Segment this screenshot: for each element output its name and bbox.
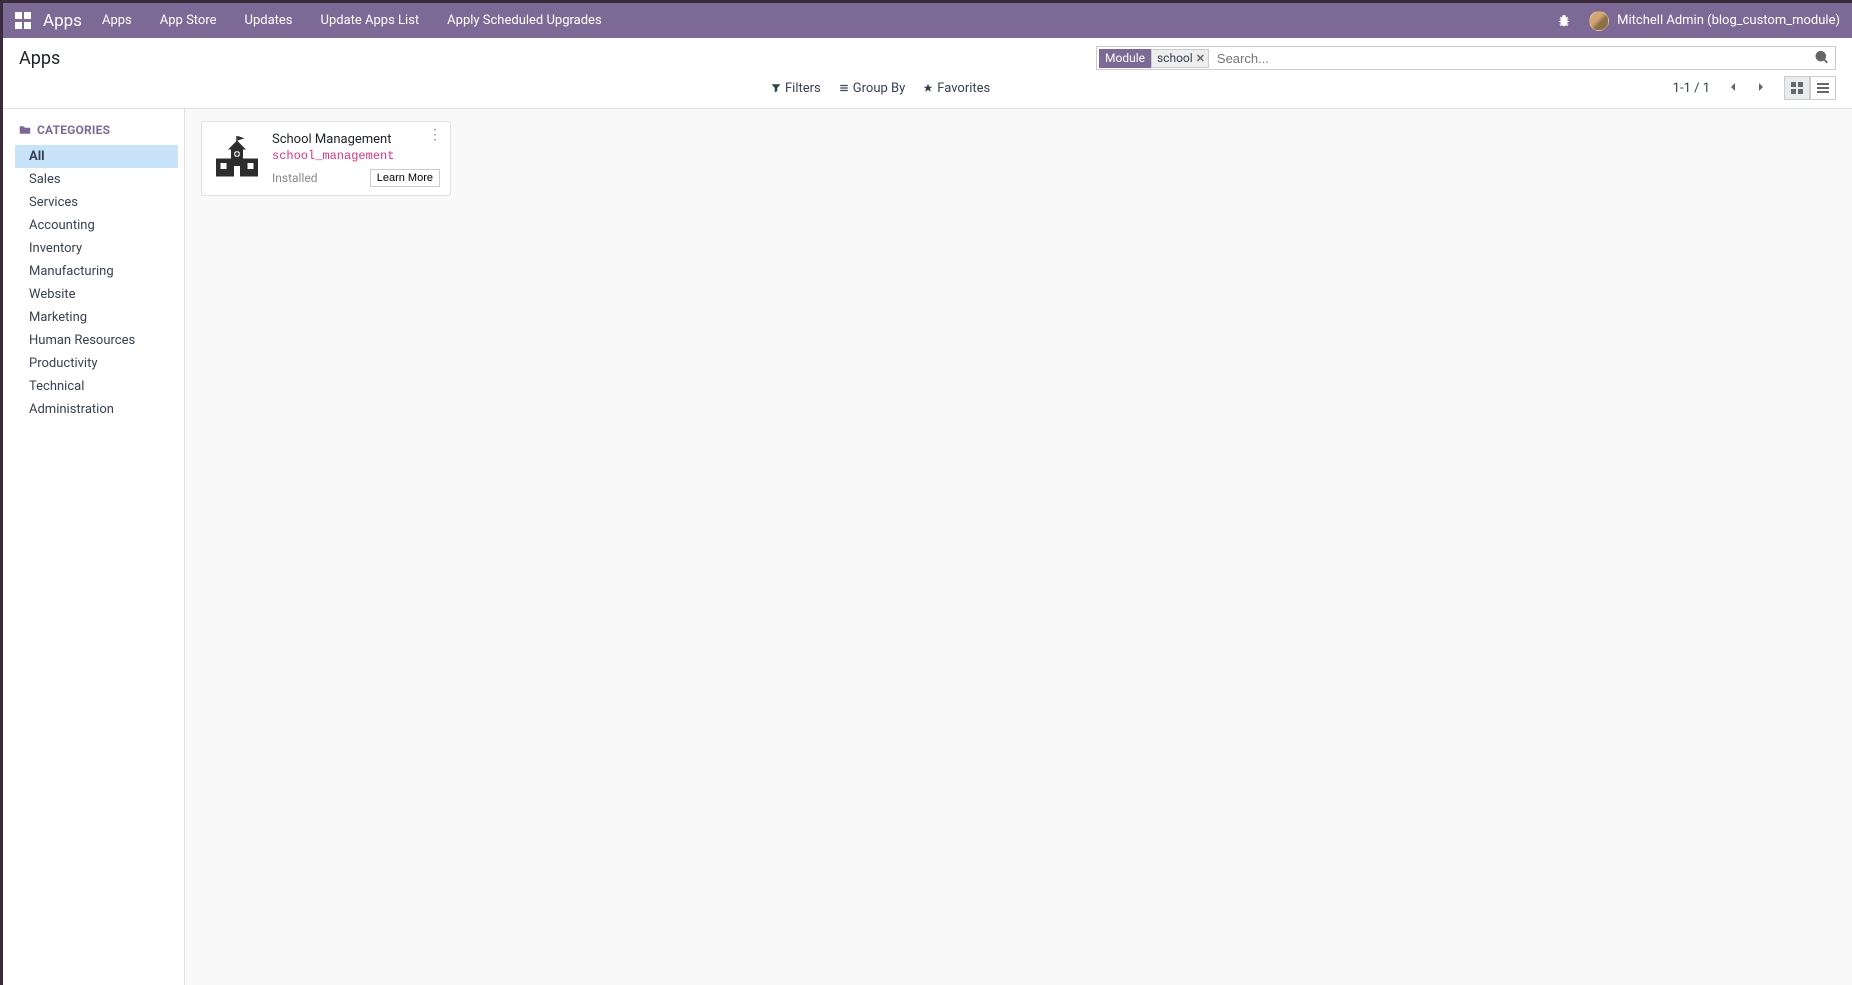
sidebar-item-marketing[interactable]: Marketing [15,306,184,329]
sidebar-item-human-resources[interactable]: Human Resources [15,329,184,352]
debug-icon[interactable] [1557,14,1571,28]
user-menu[interactable]: Mitchell Admin (blog_custom_module) [1589,11,1840,31]
pager-arrows [1724,79,1770,98]
nav-link-apply-scheduled-upgrades[interactable]: Apply Scheduled Upgrades [447,13,602,28]
group-by-label: Group By [853,81,906,96]
learn-more-button[interactable]: Learn More [370,169,440,187]
list-view-button[interactable] [1810,76,1836,100]
list-view-icon [1817,82,1829,94]
nav-link-update-apps-list[interactable]: Update Apps List [321,13,420,28]
page-title: Apps [19,48,1096,69]
star-icon [923,83,933,93]
view-switcher [1784,76,1836,100]
group-by-button[interactable]: Group By [839,81,906,96]
main: CATEGORIES All Sales Services Accounting… [3,109,1852,985]
pager-text[interactable]: 1-1 / 1 [1673,81,1710,96]
nav-link-updates[interactable]: Updates [245,13,293,28]
kanban-icon [1791,82,1803,94]
pager-prev[interactable] [1724,79,1742,98]
kanban-view-button[interactable] [1784,76,1810,100]
nav-link-apps[interactable]: Apps [102,13,132,28]
sidebar: CATEGORIES All Sales Services Accounting… [3,109,185,985]
pager-next[interactable] [1752,79,1770,98]
sidebar-header-text: CATEGORIES [37,123,110,137]
filter-toolbar: Filters Group By Favorites [771,81,990,96]
apps-menu-icon[interactable] [15,12,33,30]
sidebar-item-accounting[interactable]: Accounting [15,214,184,237]
app-status: Installed [272,171,318,185]
facet-value-text: school [1157,51,1193,65]
app-card[interactable]: ⋮ School Management scho [201,121,451,196]
favorites-label: Favorites [937,81,990,96]
sidebar-item-manufacturing[interactable]: Manufacturing [15,260,184,283]
sidebar-item-website[interactable]: Website [15,283,184,306]
search-facet: Module school ✕ [1099,49,1209,68]
navbar: Apps Apps App Store Updates Update Apps … [3,3,1852,38]
app-card-menu-icon[interactable]: ⋮ [428,128,442,142]
user-name: Mitchell Admin (blog_custom_module) [1617,13,1840,28]
app-name: School Management [272,132,440,147]
search-box[interactable]: Module school ✕ [1096,46,1836,70]
sidebar-item-all[interactable]: All [15,145,178,168]
sidebar-item-technical[interactable]: Technical [15,375,184,398]
navbar-right: Mitchell Admin (blog_custom_module) [1557,11,1840,31]
favorites-button[interactable]: Favorites [923,81,990,96]
navbar-brand[interactable]: Apps [43,11,82,31]
list-icon [839,83,849,93]
facet-value: school ✕ [1151,49,1209,68]
search-icon[interactable] [1815,51,1829,65]
sidebar-item-sales[interactable]: Sales [15,168,184,191]
search-input[interactable] [1213,51,1815,66]
chevron-left-icon [1728,82,1738,92]
filters-button[interactable]: Filters [771,81,821,96]
school-icon [213,133,261,181]
category-list: All Sales Services Accounting Inventory … [15,145,184,421]
control-panel: Apps Module school ✕ Filters Group By [3,38,1852,109]
navbar-menu: Apps App Store Updates Update Apps List … [102,13,1557,28]
app-tech-name: school_management [272,149,440,163]
facet-remove-icon[interactable]: ✕ [1196,52,1205,65]
nav-link-app-store[interactable]: App Store [160,13,217,28]
avatar [1589,11,1609,31]
sidebar-header: CATEGORIES [15,119,184,141]
sidebar-item-inventory[interactable]: Inventory [15,237,184,260]
folder-icon [19,124,31,136]
sidebar-item-productivity[interactable]: Productivity [15,352,184,375]
filter-icon [771,83,781,93]
app-icon [212,132,262,182]
sidebar-item-services[interactable]: Services [15,191,184,214]
content-area: ⋮ School Management scho [185,109,1852,985]
sidebar-item-administration[interactable]: Administration [15,398,184,421]
facet-label: Module [1099,49,1151,68]
app-info: School Management school_management Inst… [272,132,440,187]
filters-label: Filters [785,81,821,96]
chevron-right-icon [1756,82,1766,92]
